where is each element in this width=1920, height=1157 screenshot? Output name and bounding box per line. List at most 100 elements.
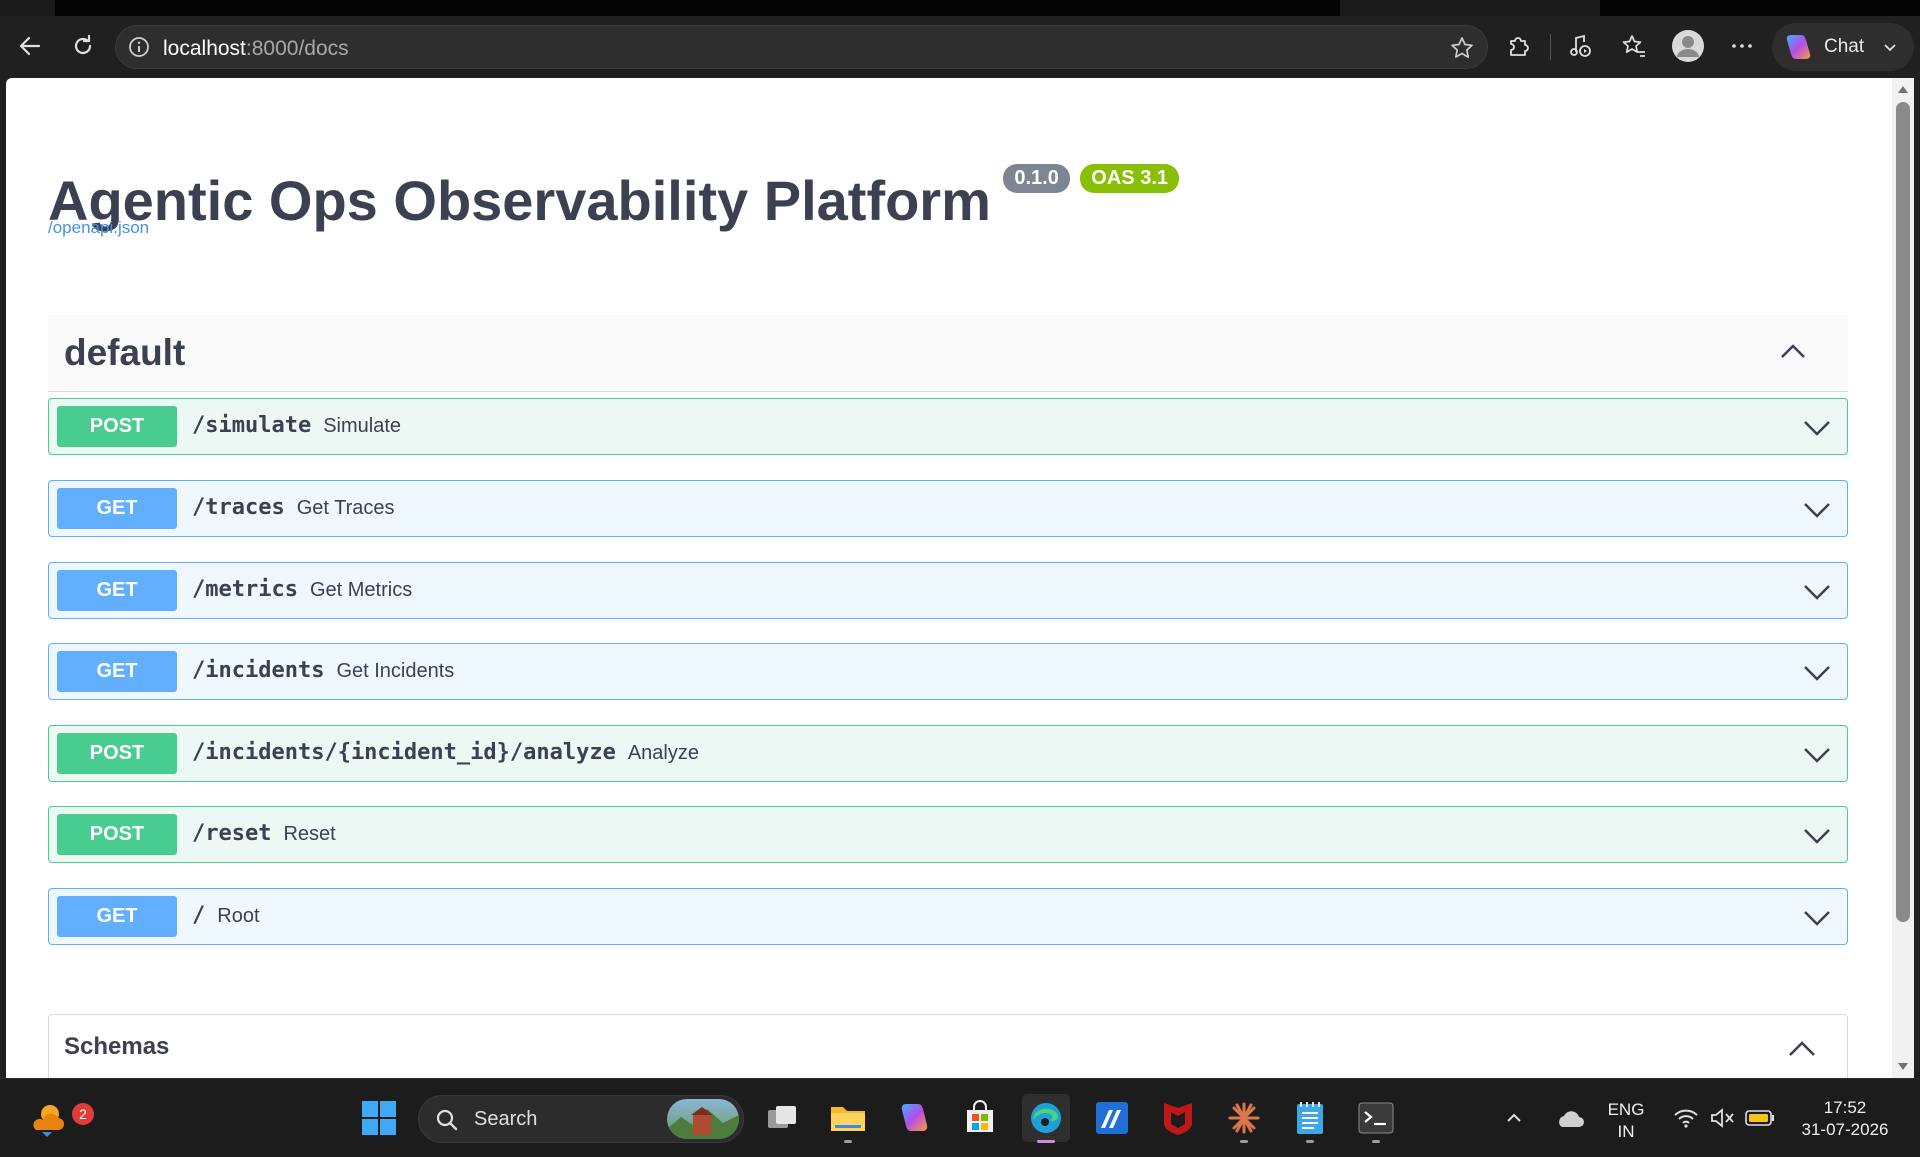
operation-post-reset[interactable]: POST /reset Reset — [48, 806, 1848, 863]
chevron-down-icon[interactable] — [1803, 905, 1831, 929]
operation-summary: Analyze — [627, 742, 699, 764]
avatar-icon — [1672, 30, 1704, 62]
chevron-down-icon[interactable] — [1803, 415, 1831, 439]
taskbar-app-edge[interactable] — [1022, 1094, 1070, 1143]
notification-count-badge: 2 — [72, 1103, 94, 1125]
chevron-up-icon[interactable] — [1787, 1035, 1817, 1061]
running-indicator — [1037, 1140, 1055, 1143]
taskbar-app-copilot[interactable] — [890, 1094, 938, 1142]
schemas-section[interactable]: Schemas — [48, 1014, 1848, 1078]
chevron-down-icon[interactable] — [1803, 579, 1831, 603]
browser-tab[interactable] — [1600, 0, 1920, 16]
back-arrow-icon — [19, 36, 41, 56]
refresh-button[interactable] — [63, 26, 103, 66]
chevron-down-icon[interactable] — [1803, 823, 1831, 847]
back-button[interactable] — [10, 26, 50, 66]
openapi-json-link[interactable]: /openapi.json — [48, 218, 149, 238]
method-badge: GET — [57, 651, 177, 692]
vertical-scrollbar[interactable] — [1892, 78, 1914, 1078]
method-badge: GET — [57, 488, 177, 529]
file-explorer-icon — [831, 1107, 865, 1131]
profile-button[interactable] — [1668, 26, 1708, 66]
taskbar-app-mcafee[interactable] — [1154, 1094, 1202, 1142]
site-info-icon[interactable] — [128, 36, 150, 58]
region-code: IN — [1617, 1122, 1635, 1141]
battery-icon — [1745, 1110, 1774, 1126]
media-button[interactable] — [1560, 26, 1600, 66]
running-indicator — [844, 1140, 852, 1143]
running-indicator — [1306, 1140, 1314, 1143]
operation-summary: Root — [217, 905, 260, 927]
running-indicator — [1240, 1140, 1248, 1143]
favorites-list-icon — [1622, 35, 1645, 57]
chevron-down-icon[interactable] — [1803, 742, 1831, 766]
operation-get-root[interactable]: GET / Root — [48, 888, 1848, 945]
taskbar-search[interactable]: Search — [418, 1095, 744, 1143]
operation-post-simulate[interactable]: POST /simulate Simulate — [48, 398, 1848, 455]
task-view-icon — [768, 1106, 796, 1128]
method-badge: POST — [57, 733, 177, 774]
clock[interactable]: 17:52 31-07-2026 — [1790, 1097, 1900, 1141]
operation-get-incidents[interactable]: GET /incidents Get Incidents — [48, 643, 1848, 700]
terminal-icon — [1358, 1102, 1394, 1134]
clock-date: 31-07-2026 — [1801, 1120, 1889, 1139]
start-button[interactable] — [355, 1094, 403, 1142]
chevron-up-icon — [1507, 1113, 1521, 1122]
url-host: localhost — [163, 37, 246, 60]
taskbar-app-store[interactable] — [956, 1094, 1004, 1142]
favorites-button[interactable] — [1614, 26, 1654, 66]
running-indicator — [1372, 1140, 1380, 1143]
tab-strip — [0, 0, 1920, 16]
favorite-star-icon[interactable] — [1449, 35, 1475, 61]
url-path: :8000/docs — [245, 37, 349, 60]
path-text: /reset — [192, 821, 272, 846]
taskbar-app-notepad[interactable] — [1286, 1094, 1334, 1143]
more-dots-icon — [1732, 44, 1752, 48]
operation-summary: Get Incidents — [336, 660, 455, 682]
scrollbar-thumb[interactable] — [1896, 102, 1910, 922]
show-hidden-icons-button[interactable] — [1498, 1094, 1530, 1142]
path-text: /incidents — [192, 658, 325, 683]
taskbar-app-task-view[interactable] — [758, 1094, 806, 1142]
method-badge: GET — [57, 896, 177, 937]
tag-section-header[interactable]: default — [48, 315, 1848, 392]
address-bar[interactable]: localhost:8000/docs — [115, 25, 1488, 69]
search-label: Search — [474, 1108, 538, 1130]
method-badge: POST — [57, 814, 177, 855]
taskbar-app-file-explorer[interactable] — [824, 1094, 872, 1143]
schemas-title: Schemas — [64, 1033, 170, 1060]
chevron-down-icon[interactable] — [1803, 497, 1831, 521]
edge-icon — [1031, 1103, 1061, 1133]
toolbar-divider — [1550, 34, 1551, 60]
weather-icon — [33, 1105, 64, 1137]
scroll-up-arrow-icon[interactable] — [1898, 86, 1908, 93]
search-highlight-image — [667, 1099, 739, 1139]
copilot-chat-button[interactable]: Chat — [1772, 23, 1914, 71]
operation-path: /simulate Simulate — [192, 413, 401, 438]
chevron-down-icon[interactable] — [1803, 660, 1831, 684]
language-indicator[interactable]: ENG IN — [1604, 1099, 1648, 1143]
tag-name: default — [64, 332, 186, 373]
taskbar-app-blue[interactable] — [1088, 1094, 1136, 1142]
operation-summary: Get Metrics — [309, 579, 413, 601]
refresh-icon — [74, 34, 92, 55]
taskbar-app-terminal[interactable] — [1352, 1094, 1400, 1143]
quick-settings-button[interactable] — [1664, 1094, 1784, 1142]
copilot-icon — [901, 1104, 928, 1131]
windows-start-icon — [362, 1101, 396, 1135]
search-icon — [436, 1109, 458, 1131]
language-code: ENG — [1607, 1100, 1645, 1119]
more-menu-button[interactable] — [1722, 26, 1762, 66]
method-badge: POST — [57, 406, 177, 447]
chevron-up-icon[interactable] — [1778, 337, 1808, 367]
extensions-button[interactable] — [1498, 26, 1538, 66]
weather-widget[interactable]: 2 — [24, 1094, 94, 1142]
operation-get-traces[interactable]: GET /traces Get Traces — [48, 480, 1848, 537]
taskbar-app-claude[interactable] — [1220, 1094, 1268, 1143]
browser-tab[interactable] — [55, 0, 1340, 16]
operation-path: /incidents/{incident_id}/analyze Analyze — [192, 740, 699, 765]
operation-post-analyze[interactable]: POST /incidents/{incident_id}/analyze Ana… — [48, 725, 1848, 782]
operation-get-metrics[interactable]: GET /metrics Get Metrics — [48, 562, 1848, 619]
scroll-down-arrow-icon[interactable] — [1898, 1063, 1908, 1070]
onedrive-button[interactable] — [1552, 1094, 1588, 1142]
